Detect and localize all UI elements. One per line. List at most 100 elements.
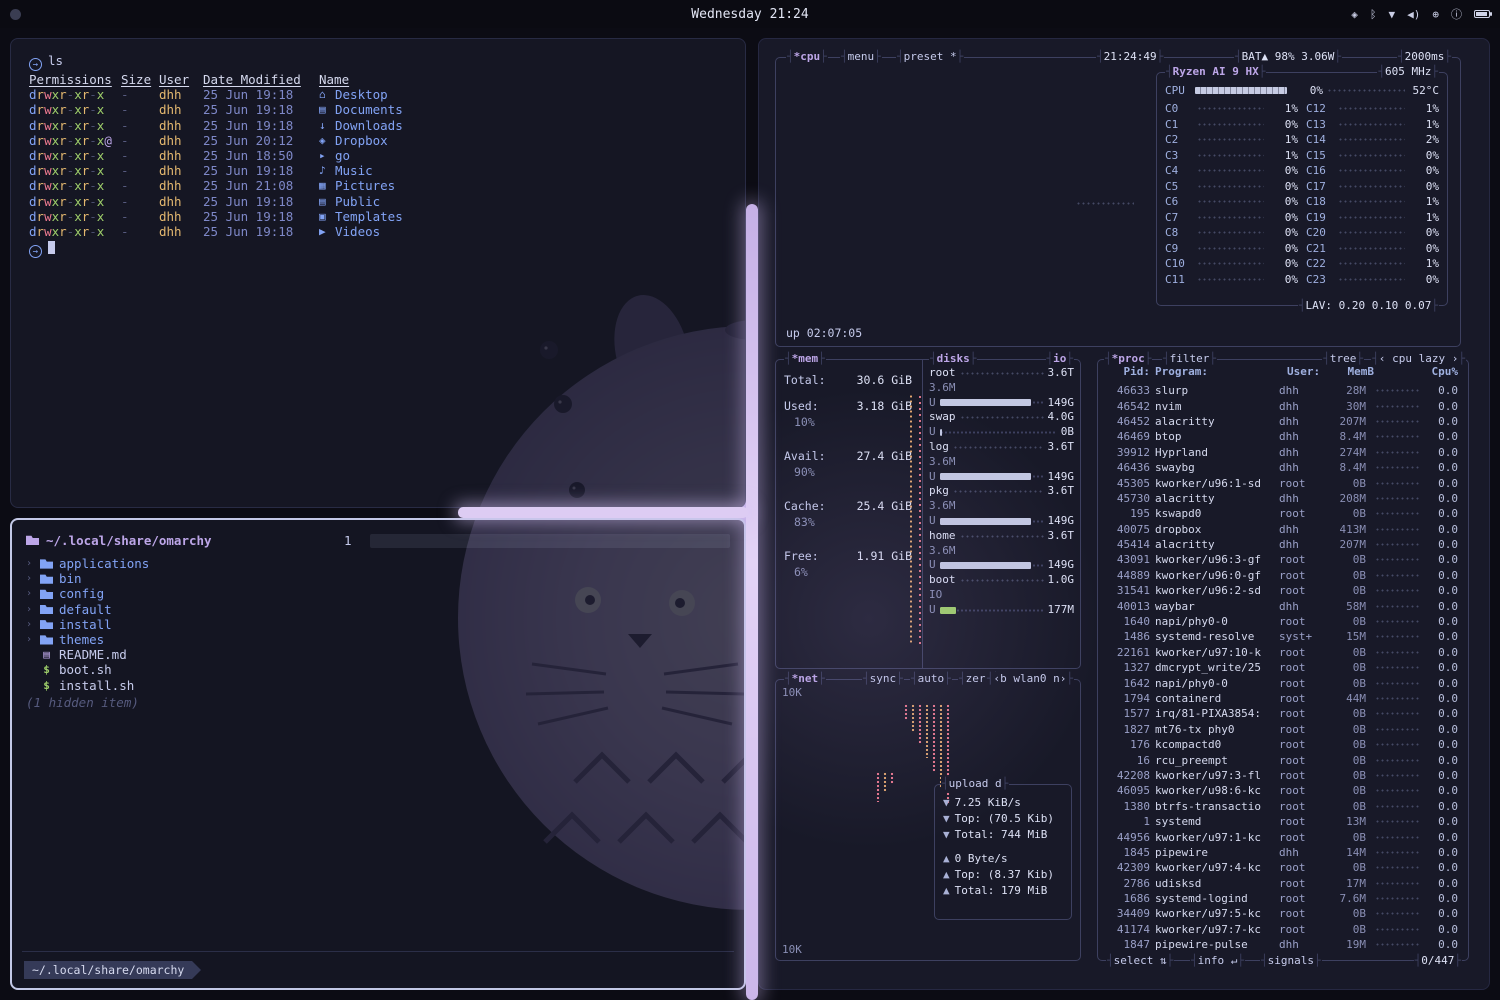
process-row[interactable]: 42309 kworker/u97:4-kc root 0B 0.0 [1108,860,1458,875]
music-folder-icon: ♪ [319,163,335,178]
process-row[interactable]: 46095 kworker/u98:6-kc root 0B 0.0 [1108,783,1458,798]
ls-row: drwxr-xr-x - dhh 25 Jun 21:08 ▦ Pictures [29,178,727,193]
core-row: C22 1% [1306,256,1439,272]
entry-name: install [59,617,112,632]
net-auto-toggle[interactable]: auto [910,672,952,686]
list-item[interactable]: › install [26,617,730,632]
list-item[interactable]: $ install.sh [26,678,730,693]
ls-header-name: Name [319,72,727,87]
btop-window[interactable]: *cpu menu preset * 21:24:49 BAT▲ 98% 3.0… [758,38,1490,990]
permissions: drwxr-xr-x [29,178,121,193]
info-hint[interactable]: info ↵ [1190,954,1245,968]
tray-app-icon[interactable]: ◈ [1351,9,1358,20]
mem-stat: Cache: 25.4 GiB 83% [784,498,912,530]
tab-net[interactable]: *net [784,672,826,686]
io-toggle[interactable]: io [1046,352,1075,366]
process-row[interactable]: 41174 kworker/u97:7-kc root 0B 0.0 [1108,922,1458,937]
process-row[interactable]: 2786 udisksd root 17M 0.0 [1108,876,1458,891]
process-row[interactable]: 195 kswapd0 root 0B 0.0 [1108,506,1458,521]
terminal-output: →ls Permissions Size User Date Modified … [11,39,745,272]
volume-icon[interactable]: ◀) [1407,9,1420,20]
user: dhh [159,102,203,117]
process-row[interactable]: 44889 kworker/u96:0-gf root 0B 0.0 [1108,568,1458,583]
process-row[interactable]: 1486 systemd-resolve syst+ 15M 0.0 [1108,629,1458,644]
file-name: Desktop [335,87,388,102]
menu-button[interactable]: menu [840,50,882,64]
bluetooth-icon[interactable]: ᛒ [1370,9,1377,20]
network-icon[interactable]: ⊕ [1432,9,1439,20]
ls-header-size: Size [121,72,159,87]
net-interface[interactable]: ‹b wlan0 n› [986,672,1074,686]
user: dhh [159,118,203,133]
tab-cpu[interactable]: *cpu [786,50,828,64]
tab-proc[interactable]: *proc [1104,352,1152,366]
process-row[interactable]: 46633 slurp dhh 28M 0.0 [1108,383,1458,398]
process-row[interactable]: 31541 kworker/u96:2-sd root 0B 0.0 [1108,583,1458,598]
proc-tree-toggle[interactable]: tree [1322,352,1364,366]
signals-hint[interactable]: signals [1260,954,1322,968]
list-item[interactable]: › themes [26,632,730,647]
process-row[interactable]: 40013 waybar dhh 58M 0.0 [1108,598,1458,613]
process-row[interactable]: 1380 btrfs-transactio root 0B 0.0 [1108,799,1458,814]
terminal-window[interactable]: →ls Permissions Size User Date Modified … [10,38,746,508]
refresh-interval[interactable]: 2000ms [1397,50,1452,64]
tab-mem[interactable]: *mem [784,352,826,366]
disks-panel: disks io root 3.6T 3.6M U 149G [922,360,1080,668]
file-name: Music [335,163,373,178]
list-item[interactable]: ▤ README.md [26,647,730,662]
preset-button[interactable]: preset * [896,50,964,64]
process-row[interactable]: 1845 pipewire dhh 14M 0.0 [1108,845,1458,860]
process-row[interactable]: 44956 kworker/u97:1-kc root 0B 0.0 [1108,829,1458,844]
file-type-icon [40,635,53,645]
net-sync-toggle[interactable]: sync [862,672,904,686]
process-table-header[interactable]: Pid: Program: User: MemB Cpu% [1108,365,1458,378]
process-row[interactable]: 39912 Hyprland dhh 274M 0.0 [1108,445,1458,460]
list-item[interactable]: › config [26,586,730,601]
process-row[interactable]: 46436 swaybg dhh 8.4M 0.0 [1108,460,1458,475]
info-icon[interactable]: ⓘ [1451,9,1462,20]
process-row[interactable]: 1827 mt76-tx phy0 root 0B 0.0 [1108,722,1458,737]
proc-percore-toggle[interactable]: ‹ cpu lazy › [1371,352,1466,366]
list-item[interactable]: › bin [26,571,730,586]
list-item[interactable]: › applications [26,556,730,571]
mem-stat: Used: 3.18 GiB 10% [784,398,912,430]
file-list: › applications › bin › config › default … [26,556,730,693]
file-manager-window[interactable]: ~/.local/share/omarchy 1 › applications … [10,518,746,990]
process-row[interactable]: 46542 nvim dhh 30M 0.0 [1108,398,1458,413]
permissions: drwxr-xr-x [29,163,121,178]
date-modified: 25 Jun 19:18 [203,163,319,178]
process-row[interactable]: 43091 kworker/u96:3-gf root 0B 0.0 [1108,552,1458,567]
process-row[interactable]: 16 rcu_preempt root 0B 0.0 [1108,752,1458,767]
process-row[interactable]: 1642 napi/phy0-0 root 0B 0.0 [1108,675,1458,690]
process-row[interactable]: 45414 alacritty dhh 207M 0.0 [1108,537,1458,552]
process-row[interactable]: 46452 alacritty dhh 207M 0.0 [1108,414,1458,429]
core-row: C10 0% [1165,256,1298,272]
list-item[interactable]: $ boot.sh [26,662,730,677]
process-row[interactable]: 1 systemd root 13M 0.0 [1108,814,1458,829]
proc-filter-button[interactable]: filter [1162,352,1217,366]
select-hint[interactable]: select ⇅ [1106,954,1174,968]
templates-folder-icon: ▣ [319,209,335,224]
process-row[interactable]: 1794 containerd root 44M 0.0 [1108,691,1458,706]
folder-icon [26,535,39,545]
process-row[interactable]: 1327 dmcrypt_write/25 root 0B 0.0 [1108,660,1458,675]
process-row[interactable]: 1577 irq/81-PIXA3854: root 0B 0.0 [1108,706,1458,721]
process-row[interactable]: 1640 napi/phy0-0 root 0B 0.0 [1108,614,1458,629]
process-row[interactable]: 45730 alacritty dhh 208M 0.0 [1108,491,1458,506]
process-row[interactable]: 22161 kworker/u97:10-k root 0B 0.0 [1108,645,1458,660]
process-row[interactable]: 34409 kworker/u97:5-kc root 0B 0.0 [1108,906,1458,921]
process-row[interactable]: 1686 systemd-logind root 7.6M 0.0 [1108,891,1458,906]
process-row[interactable]: 42208 kworker/u97:3-fl root 0B 0.0 [1108,768,1458,783]
battery-icon [1474,10,1490,18]
process-row[interactable]: 40075 dropbox dhh 413M 0.0 [1108,522,1458,537]
list-item[interactable]: › default [26,602,730,617]
upload-arrow-icon: ▲ [943,867,950,883]
process-row[interactable]: 46469 btop dhh 8.4M 0.0 [1108,429,1458,444]
process-row[interactable]: 1847 pipewire-pulse dhh 19M 0.0 [1108,937,1458,952]
process-row[interactable]: 176 kcompactd0 root 0B 0.0 [1108,737,1458,752]
process-row[interactable]: 45305 kworker/u96:1-sd root 0B 0.0 [1108,475,1458,490]
wifi-icon[interactable]: ▼ [1389,9,1396,20]
cpu-total-bar [1195,87,1287,94]
entry-name: applications [59,556,149,571]
terminal-cursor[interactable] [48,241,55,254]
